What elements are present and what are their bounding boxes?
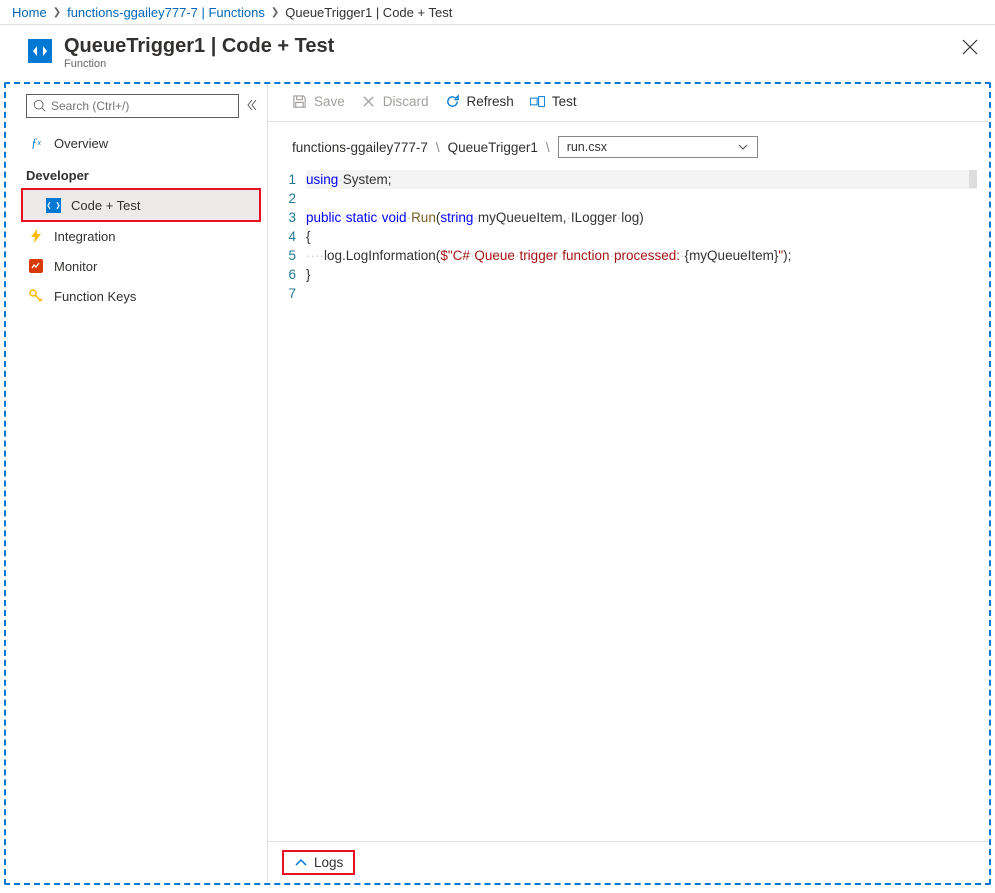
breadcrumb: Home ❯ functions-ggailey777-7 | Function… [0, 0, 995, 25]
save-icon [292, 94, 307, 109]
code-test-icon [45, 197, 61, 213]
collapse-sidebar-icon[interactable] [247, 97, 257, 115]
page-title: QueueTrigger1 | Code + Test [64, 35, 334, 58]
nav-monitor[interactable]: Monitor [6, 251, 267, 281]
breadcrumb-sep-icon: ❯ [53, 7, 61, 18]
key-icon [28, 288, 44, 304]
code-editor[interactable]: 1 2 3 4 5 6 7 using·System; public·stati… [276, 170, 977, 841]
monitor-icon [28, 258, 44, 274]
test-icon [530, 94, 545, 109]
code-line[interactable]: } [306, 265, 977, 284]
code-line[interactable] [306, 189, 977, 208]
toolbar-label: Save [314, 94, 345, 109]
discard-icon [361, 94, 376, 109]
line-number: 4 [276, 227, 296, 246]
breadcrumb-sep-icon: ❯ [271, 7, 279, 18]
minimap-handle[interactable] [969, 170, 977, 188]
search-icon [33, 99, 47, 113]
page-header: QueueTrigger1 | Code + Test Function [0, 25, 995, 82]
function-icon: ƒx [28, 135, 44, 151]
code-content[interactable]: using·System; public·static·void·Run(str… [306, 170, 977, 841]
line-number: 5 [276, 246, 296, 265]
toolbar-label: Discard [383, 94, 429, 109]
nav-code-test[interactable]: Code + Test [23, 190, 259, 220]
refresh-button[interactable]: Refresh [445, 94, 514, 109]
nav-function-keys[interactable]: Function Keys [6, 281, 267, 311]
nav-label: Monitor [54, 259, 97, 274]
sidebar: ƒx Overview Developer Code + Test Integr… [6, 84, 268, 883]
path-app: functions-ggailey777-7 [292, 140, 428, 155]
breadcrumb-home[interactable]: Home [12, 5, 47, 20]
line-number: 3 [276, 208, 296, 227]
breadcrumb-app[interactable]: functions-ggailey777-7 | Functions [67, 5, 265, 20]
nav-label: Integration [54, 229, 115, 244]
logs-panel: Logs [268, 841, 989, 883]
search-field[interactable] [51, 99, 232, 113]
line-gutter: 1 2 3 4 5 6 7 [276, 170, 306, 841]
test-button[interactable]: Test [530, 94, 577, 109]
close-icon[interactable] [962, 39, 980, 57]
main-wrapper: ƒx Overview Developer Code + Test Integr… [4, 82, 991, 885]
code-line[interactable]: using·System; [306, 170, 977, 189]
breadcrumb-current: QueueTrigger1 | Code + Test [285, 5, 452, 20]
save-button[interactable]: Save [292, 94, 345, 109]
path-func: QueueTrigger1 [448, 140, 538, 155]
content-area: Save Discard Refresh Test functions-ggai… [268, 84, 989, 883]
nav-section-developer: Developer [6, 158, 267, 189]
nav-label: Function Keys [54, 289, 136, 304]
chevron-down-icon [737, 141, 749, 153]
logs-label: Logs [314, 855, 343, 870]
toolbar-label: Test [552, 94, 577, 109]
page-subtitle: Function [64, 58, 334, 70]
line-number: 1 [276, 170, 296, 189]
search-input[interactable] [26, 94, 239, 118]
path-sep: \ [436, 140, 440, 155]
code-icon [28, 39, 52, 63]
toolbar: Save Discard Refresh Test [268, 84, 989, 122]
code-line[interactable] [306, 284, 977, 303]
discard-button[interactable]: Discard [361, 94, 429, 109]
line-number: 7 [276, 284, 296, 303]
code-line[interactable]: { [306, 227, 977, 246]
lightning-icon [28, 228, 44, 244]
refresh-icon [445, 94, 460, 109]
code-line[interactable]: ····log.LogInformation($"C#·Queue·trigge… [306, 246, 977, 265]
path-sep: \ [546, 140, 550, 155]
line-number: 2 [276, 189, 296, 208]
nav-label: Overview [54, 136, 108, 151]
line-number: 6 [276, 265, 296, 284]
nav-label: Code + Test [71, 198, 141, 213]
toolbar-label: Refresh [467, 94, 514, 109]
file-selector-value: run.csx [567, 140, 607, 154]
logs-toggle[interactable]: Logs [282, 850, 355, 875]
file-path-row: functions-ggailey777-7 \ QueueTrigger1 \… [268, 122, 989, 170]
code-line[interactable]: public·static·void·Run(string·myQueueIte… [306, 208, 977, 227]
nav-integration[interactable]: Integration [6, 221, 267, 251]
file-selector[interactable]: run.csx [558, 136, 758, 158]
nav-overview[interactable]: ƒx Overview [6, 128, 267, 158]
chevron-up-icon [294, 856, 308, 870]
